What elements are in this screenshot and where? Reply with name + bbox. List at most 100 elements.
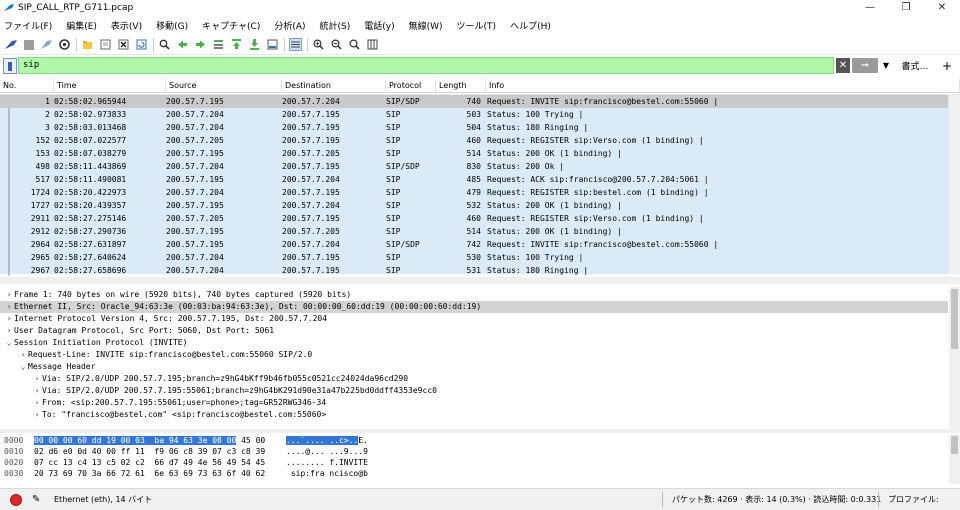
column-header-length[interactable]: Length [436,79,486,93]
display-filter-input[interactable]: sip [18,57,834,74]
collapsed-arrow-icon[interactable]: › [4,325,14,337]
bytes-hex[interactable]: 00 00 00 60 dd 19 00 03 ba 94 63 3e 08 0… [34,435,286,446]
menu-item[interactable]: 統計(S) [320,19,351,32]
collapsed-arrow-icon[interactable]: › [4,301,14,313]
bytes-hex-rest[interactable]: 45 00 [236,436,265,445]
column-header-source[interactable]: Source [166,79,282,93]
collapsed-arrow-icon[interactable]: › [32,397,42,409]
packet-row[interactable]: 498 02:58:11.443869 200.57.7.204 200.57.7.1… [0,160,948,173]
bytes-ascii-rest[interactable]: ........ f.INVITE [286,458,368,467]
clear-filter-icon[interactable]: ✕ [836,58,850,73]
collapsed-arrow-icon[interactable]: › [32,373,42,385]
zoom-out-icon[interactable] [330,38,343,51]
bytes-ascii-highlight[interactable]: ...`.... ..c>.. [286,436,359,445]
stop-capture-icon[interactable] [22,38,35,51]
zoom-reset-icon[interactable] [348,38,361,51]
menu-item[interactable]: 表示(V) [111,19,142,32]
bytes-hex-highlight[interactable]: 00 00 00 60 dd 19 00 03 ba 94 63 3e 08 0… [34,436,237,445]
bytes-hex[interactable]: 02 d6 e0 0d 40 00 ff 11 f9 06 c8 39 07 c… [34,446,286,457]
go-to-packet-icon[interactable] [212,38,225,51]
menu-item[interactable]: 移動(G) [156,19,188,32]
expanded-arrow-icon[interactable]: ⌄ [4,337,14,349]
collapsed-arrow-icon[interactable]: › [18,349,28,361]
detail-tree-row[interactable]: › Frame 1: 740 bytes on wire (5920 bits),… [0,289,948,301]
bytes-hex-rest[interactable]: 20 73 69 70 3a 66 72 61 6e 63 69 73 63 6… [34,469,265,478]
packet-bytes-scrollbar[interactable] [949,434,960,484]
packet-row[interactable]: 2965 02:58:27.640624 200.57.7.204 200.57.7.… [0,251,948,264]
bookmark-filter-icon[interactable] [3,58,17,74]
add-filter-button[interactable]: + [940,58,954,73]
menu-item[interactable]: 電話(y) [364,19,394,32]
packet-row[interactable]: 2964 02:58:27.631897 200.57.7.195 200.57.7.… [0,238,948,251]
bytes-ascii-rest[interactable]: E. [358,436,368,445]
open-file-icon[interactable] [81,38,94,51]
save-file-icon[interactable] [99,38,112,51]
bytes-hex-rest[interactable]: 02 d6 e0 0d 40 00 ff 11 f9 06 c8 39 07 c… [34,447,265,456]
colorize-icon[interactable] [289,38,302,51]
bytes-ascii[interactable]: ....@... ...9...9 [286,446,376,457]
packet-row[interactable]: 517 02:58:11.490081 200.57.7.195 200.57.7.2… [0,173,948,186]
detail-tree-row[interactable]: › Ethernet II, Src: Oracle_94:63:3e (00:0… [0,301,948,313]
detail-tree-row[interactable]: › Internet Protocol Version 4, Src: 200.5… [0,313,948,325]
bytes-hex-rest[interactable]: 07 cc 13 c4 13 c5 02 c2 66 d7 49 4e 56 4… [34,458,265,467]
detail-tree-row[interactable]: › User Datagram Protocol, Src Port: 5060,… [0,325,948,337]
packet-list-scrollbar[interactable] [949,94,960,274]
go-last-icon[interactable] [248,38,261,51]
apply-filter-icon[interactable]: ➞ [852,58,878,73]
expanded-arrow-icon[interactable]: ⌄ [18,361,28,373]
menu-item[interactable]: キャプチャ(C) [202,19,260,32]
menu-item[interactable]: 無線(W) [409,19,443,32]
column-header-no[interactable]: No. [0,79,54,93]
go-forward-icon[interactable] [194,38,207,51]
go-back-icon[interactable] [176,38,189,51]
column-header-time[interactable]: Time [54,79,166,93]
scrollbar-thumb[interactable] [951,289,958,349]
filter-expression-button[interactable]: 書式… [900,58,930,73]
detail-tree-row[interactable]: › From: <sip:200.57.7.195:55061;user=phon… [0,397,948,409]
bytes-hex[interactable]: 07 cc 13 c4 13 c5 02 c2 66 d7 49 4e 56 4… [34,457,286,468]
packet-row[interactable]: 2 02:58:02.973833 200.57.7.204 200.57.7.195… [0,108,948,121]
packet-row[interactable]: 2911 02:58:27.275146 200.57.7.205 200.57.7.… [0,212,948,225]
menu-item[interactable]: 編集(E) [66,19,97,32]
detail-tree-row[interactable]: › Request-Line: INVITE sip:francisco@best… [0,349,948,361]
detail-tree-row[interactable]: ⌄ Session Initiation Protocol (INVITE) [0,337,948,349]
pane-splitter[interactable] [0,429,960,433]
close-button[interactable]: ✕ [924,0,960,16]
packet-row[interactable]: 2967 02:58:27.658696 200.57.7.204 200.57.7.… [0,264,948,277]
detail-tree-row[interactable]: › Via: SIP/2.0/UDP 200.57.7.195;branch=z9… [0,373,948,385]
bytes-ascii[interactable]: ...`.... ..c>..E. [286,435,376,446]
packet-row[interactable]: 153 02:58:07.038279 200.57.7.195 200.57.7.2… [0,147,948,160]
column-header-info[interactable]: Info [486,79,960,93]
zoom-in-icon[interactable] [312,38,325,51]
packet-row[interactable]: 152 02:58:07.022577 200.57.7.205 200.57.7.1… [0,134,948,147]
detail-tree-row[interactable]: › To: "francisco@bestel.com" <sip:francis… [0,409,948,421]
reload-file-icon[interactable] [135,38,148,51]
collapsed-arrow-icon[interactable]: › [32,409,42,421]
capture-options-icon[interactable] [58,38,71,51]
menu-item[interactable]: ファイル(F) [4,19,52,32]
packet-row[interactable]: 3 02:58:03.013468 200.57.7.204 200.57.7.195… [0,121,948,134]
collapsed-arrow-icon[interactable]: › [4,289,14,301]
resize-columns-icon[interactable] [366,38,379,51]
collapsed-arrow-icon[interactable]: › [4,313,14,325]
find-packet-icon[interactable] [158,38,171,51]
menu-item[interactable]: ツール(T) [457,19,497,32]
column-header-protocol[interactable]: Protocol [386,79,436,93]
profile-label[interactable]: プロファイル: Default [888,489,960,510]
pane-splitter[interactable] [0,277,960,284]
restore-button[interactable]: ❐ [888,0,924,16]
menu-item[interactable]: 分析(A) [274,19,305,32]
go-first-icon[interactable] [230,38,243,51]
restart-capture-icon[interactable] [40,38,53,51]
scrollbar-thumb[interactable] [951,436,958,454]
detail-tree-row[interactable]: ⌄ Message Header [0,361,948,373]
bytes-hex[interactable]: 20 73 69 70 3a 66 72 61 6e 63 69 73 63 6… [34,468,286,479]
packet-row[interactable]: 1 02:58:02.965944 200.57.7.195 200.57.7.204… [0,95,948,108]
shark-fin-start-icon[interactable] [4,38,17,51]
capture-status-icon[interactable] [10,493,22,506]
close-file-icon[interactable] [117,38,130,51]
filter-history-dropdown-icon[interactable]: ▼ [880,58,892,73]
bytes-ascii[interactable]: sip:fra ncisco@b [286,468,376,479]
packet-details-scrollbar[interactable] [949,287,960,429]
packet-row[interactable]: 2912 02:58:27.290736 200.57.7.195 200.57.7.… [0,225,948,238]
